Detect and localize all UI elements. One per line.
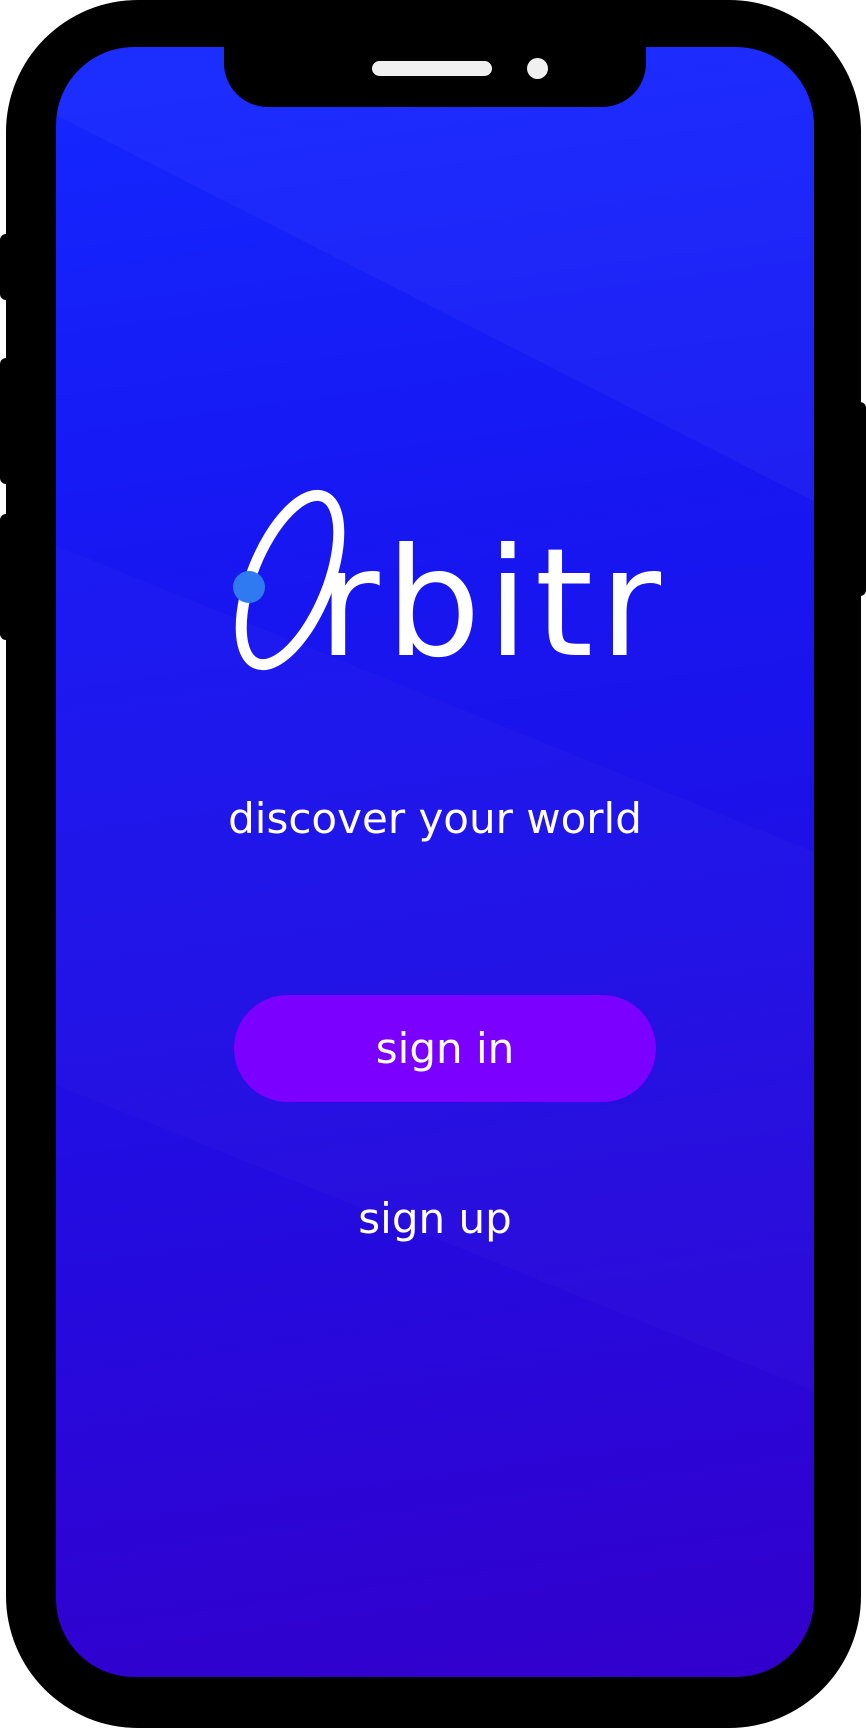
notch [224,47,646,107]
tagline: discover your world [228,794,642,843]
device-mockup: rbitr discover your world sign in sign u… [0,0,866,1728]
app-logo: rbitr [206,487,686,727]
sign-up-link[interactable]: sign up [56,1194,814,1243]
orbit-dot [233,571,265,603]
front-camera [527,58,548,79]
phone-frame: rbitr discover your world sign in sign u… [6,0,861,1728]
app-screen: rbitr discover your world sign in sign u… [56,47,814,1677]
sign-in-button[interactable]: sign in [234,995,656,1102]
logo-wordmark: rbitr [318,517,668,691]
speaker-grille [372,61,492,76]
